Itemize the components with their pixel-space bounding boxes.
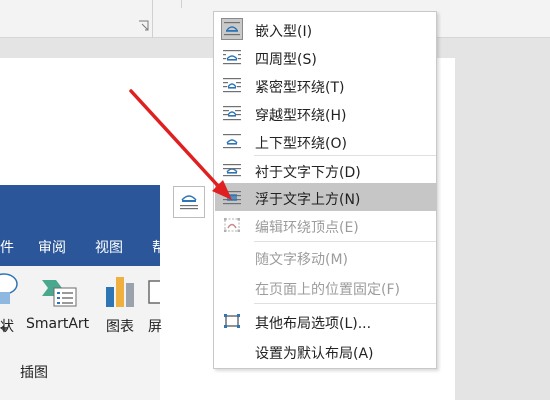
edit-wrap-points-icon [224,218,240,232]
embedded-tab-help: 帮 [152,240,166,256]
ribbon-group-divider [152,0,153,38]
menu-item-label: 四周型(S) [255,52,317,68]
in-front-of-text-icon [223,191,241,205]
chart-icon [106,277,134,307]
square-wrap-icon [223,50,241,65]
chart-button-label[interactable]: 图表 [106,316,134,336]
menu-item-through[interactable]: 穿越型环绕(H) [215,99,437,127]
menu-item-label: 其他布局选项(L)... [255,316,372,332]
inline-text-wrap-icon [221,18,243,40]
menu-item-label: 在页面上的位置固定(F) [255,282,400,298]
ribbon-group-divider [181,0,182,8]
menu-item-label: 编辑环绕顶点(E) [255,220,359,236]
embedded-tab-review: 审阅 [38,240,66,256]
menu-item-label: 嵌入型(I) [255,24,313,40]
menu-item-inline[interactable]: 嵌入型(I) [215,15,437,43]
menu-item-tight[interactable]: 紧密型环绕(T) [215,71,437,99]
more-layout-options-icon [224,314,240,328]
screenshot-icon [148,280,160,304]
top-bottom-wrap-icon [223,134,241,149]
embedded-tab-file: 件 [0,240,14,256]
wrap-text-menu: 嵌入型(I) 四周型(S) 紧密型环绕(T) 穿越型环绕(H) 上下型环绕(O)… [213,11,437,369]
menu-item-label: 上下型环绕(O) [255,136,347,152]
menu-item-set-default-layout[interactable]: 设置为默认布局(A) [215,337,437,365]
menu-item-label: 衬于文字下方(D) [255,165,361,181]
menu-item-more-layout-options[interactable]: 其他布局选项(L)... [215,307,437,335]
behind-text-icon [223,164,241,177]
menu-item-behind-text[interactable]: 衬于文字下方(D) [215,156,437,184]
dialog-launcher-icon[interactable] [138,20,149,31]
tight-wrap-icon [223,78,241,93]
embedded-tab-view: 视图 [95,240,123,256]
shapes-icon [0,273,18,304]
menu-item-label: 设置为默认布局(A) [255,346,374,362]
menu-item-label: 穿越型环绕(H) [255,108,347,124]
menu-item-edit-wrap-points[interactable]: 编辑环绕顶点(E) [215,211,437,239]
layout-options-button[interactable] [173,186,205,218]
smartart-icon [42,280,77,307]
menu-separator [254,241,436,242]
illustrations-group-label: 插图 [20,365,48,381]
through-wrap-icon [223,106,241,121]
menu-separator [254,303,436,304]
layout-options-icon [180,195,198,210]
menu-item-label: 紧密型环绕(T) [255,80,345,96]
shapes-button-label[interactable]: 状 [0,316,14,336]
menu-item-label: 随文字移动(M) [255,252,349,268]
smartart-button-label[interactable]: SmartArt [26,316,89,332]
menu-item-fix-position[interactable]: 在页面上的位置固定(F) [215,273,437,301]
menu-item-move-with-text[interactable]: 随文字移动(M) [215,243,437,271]
menu-item-label: 浮于文字上方(N) [255,192,361,208]
screenshot-button-label[interactable]: 屏 [148,316,162,336]
menu-item-square[interactable]: 四周型(S) [215,43,437,71]
menu-item-in-front-of-text[interactable]: 浮于文字上方(N) [215,183,437,211]
menu-item-top-bottom[interactable]: 上下型环绕(O) [215,127,437,155]
embedded-tab-bar: 件 审阅 视图 帮 [0,185,166,266]
